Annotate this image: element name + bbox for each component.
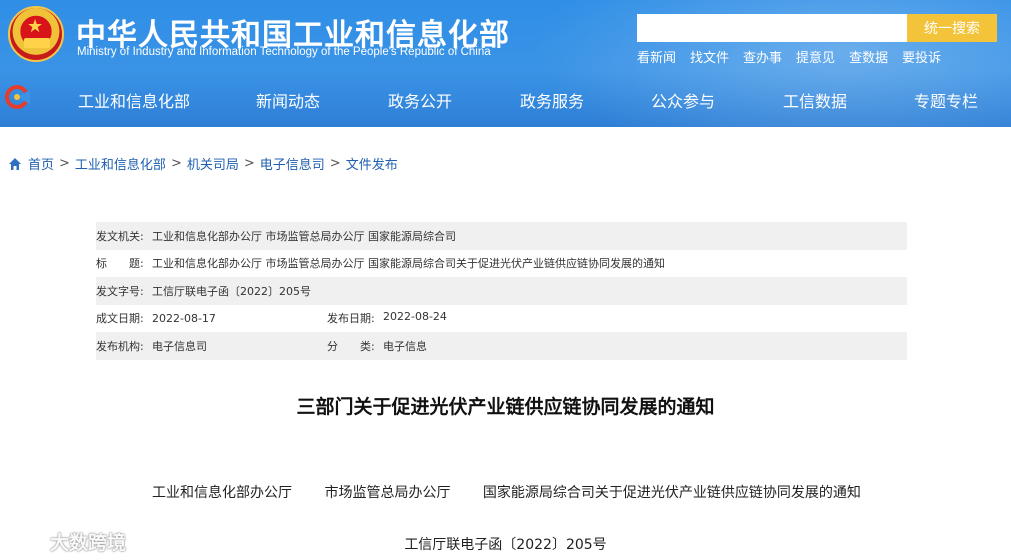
meta-published-date: 2022-08-24 [383,310,447,324]
meta-doc-number: 工信厅联电子函〔2022〕205号 [152,284,311,298]
meta-label: 成文日期: [96,312,144,326]
meta-row-dates: 成文日期: 2022-08-17 发布日期: 2022-08-24 [96,305,907,333]
national-emblem-icon: ★ [8,6,64,62]
recipient-samr-office: 市场监管总局办公厅 [324,485,451,501]
meta-category: 电子信息 [383,339,427,353]
breadcrumb-separator: > [59,156,70,171]
breadcrumb-separator: > [170,156,182,171]
nav-item-participation[interactable]: 公众参与 [651,88,715,112]
document-metadata-table: 发文机关: 工业和信息化部办公厅 市场监管总局办公厅 国家能源局综合司 标 题:… [96,222,907,360]
search-button[interactable]: 统一搜索 [907,14,997,42]
search-input[interactable] [637,14,907,42]
quicklink-data[interactable]: 查数据 [849,47,888,66]
breadcrumb-separator: > [243,156,255,171]
quicklink-news[interactable]: 看新闻 [637,47,676,66]
meta-org: 电子信息司 [152,339,207,353]
document-heading: 三部门关于促进光伏产业链供应链协同发展的通知 [296,396,715,418]
meta-label: 发文字号: [96,284,144,298]
main-nav: 工业和信息化部 新闻动态 政务公开 政务服务 公众参与 工信数据 专题专栏 [0,84,1011,112]
quicklink-files[interactable]: 找文件 [690,47,729,66]
breadcrumb-separator: > [329,156,341,171]
nav-item-news[interactable]: 新闻动态 [256,88,320,112]
quicklink-feedback[interactable]: 提意见 [796,47,835,66]
nav-item-gov-affairs[interactable]: 政务公开 [388,88,452,112]
breadcrumb-departments[interactable]: 机关司局 [187,154,239,173]
meta-issuer: 工业和信息化部办公厅 市场监管总局办公厅 国家能源局综合司 [152,229,456,243]
quicklink-services[interactable]: 查办事 [743,47,782,66]
breadcrumb-file-release[interactable]: 文件发布 [346,154,398,173]
meta-created-date: 2022-08-17 [152,311,216,325]
meta-label: 发布机构: [96,339,144,353]
meta-title: 工业和信息化部办公厅 市场监管总局办公厅 国家能源局综合司关于促进光伏产业链供应… [152,257,665,271]
meta-row-doc-number: 发文字号: 工信厅联电子函〔2022〕205号 [96,277,907,305]
breadcrumb-home[interactable]: 首页 [28,154,54,173]
nav-item-topics[interactable]: 专题专栏 [914,88,978,112]
document-number: 工信厅联电子函〔2022〕205号 [404,537,607,553]
site-header: ★ 中华人民共和国工业和信息化部 Ministry of Industry an… [0,0,1011,127]
document-recipients-line: 工业和信息化部办公厅 市场监管总局办公厅 国家能源局综合司关于促进光伏产业链供应… [152,482,889,502]
breadcrumb-miit[interactable]: 工业和信息化部 [75,154,166,173]
meta-label: 发文机关: [96,229,144,243]
recipient-miit-office: 工业和信息化部办公厅 [152,485,292,501]
recipient-nea-notice: 国家能源局综合司关于促进光伏产业链供应链协同发展的通知 [482,485,861,501]
breadcrumb-electronics[interactable]: 电子信息司 [260,154,325,173]
nav-item-miit[interactable]: 工业和信息化部 [78,88,190,112]
meta-label: 标 题: [96,257,144,271]
home-icon [9,157,21,170]
quick-links: 看新闻 找文件 查办事 提意见 查数据 要投诉 [637,47,955,66]
watermark-logo-icon [9,533,45,550]
watermark: 大数跨境 [8,528,126,555]
watermark-text: 大数跨境 [50,532,127,554]
meta-row-issuer: 发文机关: 工业和信息化部办公厅 市场监管总局办公厅 国家能源局综合司 [96,222,907,250]
meta-row-org: 发布机构: 电子信息司 分 类: 电子信息 [96,332,907,360]
quicklink-complaint[interactable]: 要投诉 [902,47,941,66]
meta-label: 分 类: [327,339,375,353]
site-subtitle: Ministry of Industry and Information Tec… [77,46,491,58]
meta-label: 发布日期: [327,312,375,326]
nav-item-data[interactable]: 工信数据 [783,88,847,112]
breadcrumb: 首页 > 工业和信息化部 > 机关司局 > 电子信息司 > 文件发布 [8,154,398,173]
nav-item-gov-services[interactable]: 政务服务 [520,88,584,112]
meta-row-title: 标 题: 工业和信息化部办公厅 市场监管总局办公厅 国家能源局综合司关于促进光伏… [96,250,907,278]
